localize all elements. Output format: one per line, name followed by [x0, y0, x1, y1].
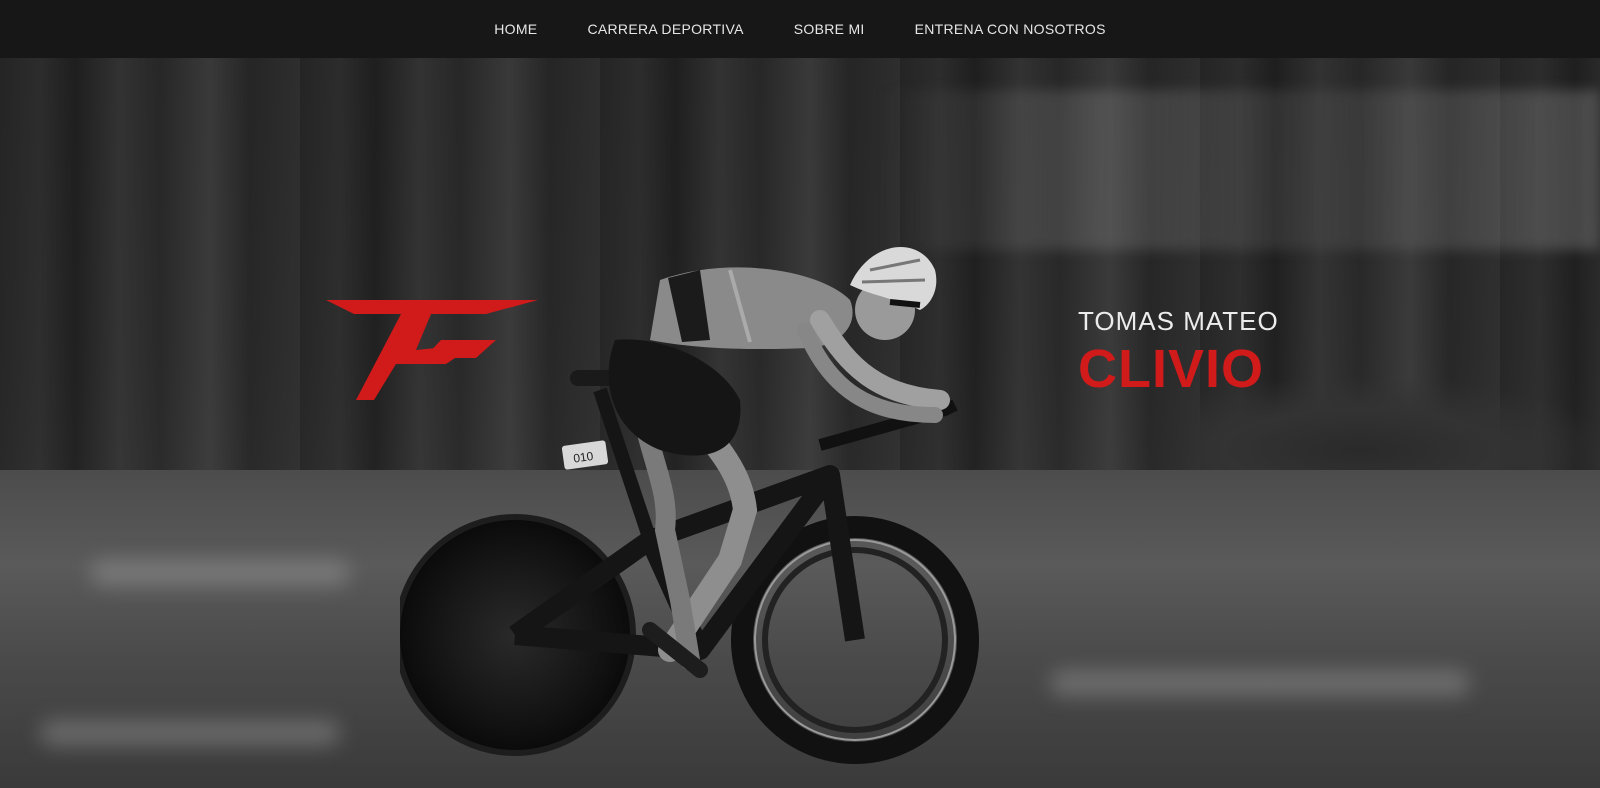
athlete-name: TOMAS MATEO CLIVIO: [1078, 306, 1378, 398]
main-navigation: HOME CARRERA DEPORTIVA SOBRE MI ENTRENA …: [0, 0, 1600, 58]
nav-link-entrena-con-nosotros[interactable]: ENTRENA CON NOSOTROS: [915, 21, 1106, 37]
nav-link-home[interactable]: HOME: [494, 21, 537, 37]
nav-link-sobre-mi[interactable]: SOBRE MI: [794, 21, 865, 37]
nav-link-carrera-deportiva[interactable]: CARRERA DEPORTIVA: [587, 21, 743, 37]
forest-highlight: [880, 90, 1600, 250]
athlete-first-name: TOMAS MATEO: [1078, 306, 1279, 336]
bib-number-text: 010: [572, 449, 594, 466]
tc-monogram-logo-icon: [326, 300, 538, 400]
athlete-last-name: CLIVIO: [1078, 339, 1265, 399]
